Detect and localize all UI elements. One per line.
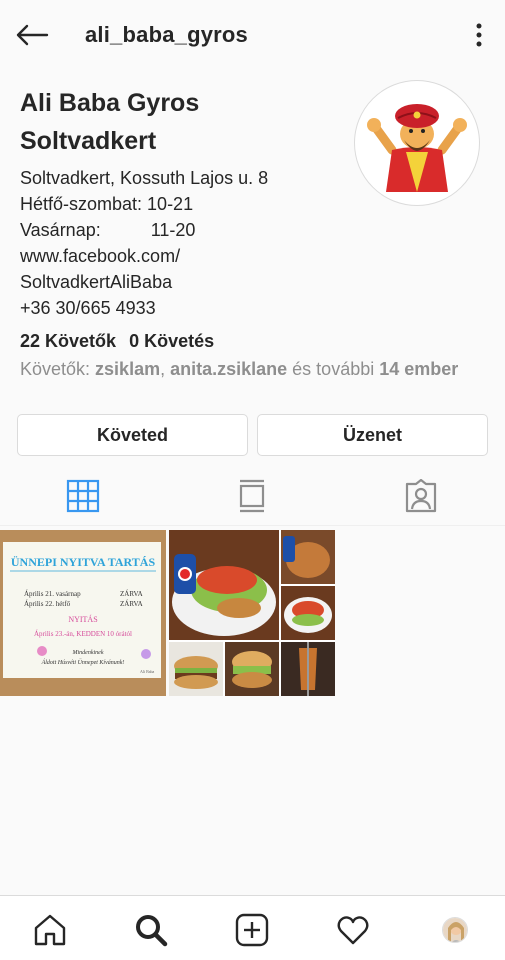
- followed-by-user-1[interactable]: zsiklam: [95, 359, 160, 379]
- tab-feed[interactable]: [230, 474, 274, 518]
- tagged-icon: [405, 479, 437, 513]
- profile-bio: Soltvadkert, Kossuth Lajos u. 8 Hétfő-sz…: [20, 165, 340, 321]
- bio-facebook-link-cont[interactable]: SoltvadkertAliBaba: [20, 269, 340, 295]
- followed-by-prefix: Követők:: [20, 359, 96, 379]
- more-options-icon[interactable]: [466, 18, 492, 52]
- poster-wish-2: Áldott Húsvéti Ünnepet Kívánunk!: [41, 658, 125, 666]
- tab-tagged[interactable]: [399, 474, 443, 518]
- followers-count[interactable]: 22 Követők: [20, 331, 116, 351]
- feed-icon: [239, 479, 265, 513]
- poster-wish-1: Mindenkinek: [72, 650, 104, 656]
- followed-by-mid: és további: [287, 359, 380, 379]
- heart-icon[interactable]: [335, 912, 371, 948]
- mini-avatar: [442, 917, 468, 943]
- profile-username: ali_baba_gyros: [85, 22, 248, 47]
- search-icon[interactable]: [133, 912, 169, 948]
- post-food-collage[interactable]: [169, 530, 335, 696]
- bio-facebook-link[interactable]: www.facebook.com/: [20, 243, 340, 269]
- top-bar: ali_baba_gyros: [0, 0, 505, 70]
- poster-signature: Ali Baba: [140, 669, 155, 674]
- bio-phone[interactable]: +36 30/665 4933: [20, 295, 340, 321]
- home-icon[interactable]: [32, 912, 68, 948]
- bio-address: Soltvadkert, Kossuth Lajos u. 8: [20, 168, 269, 188]
- name-line-2: Soltvadkert: [20, 127, 157, 155]
- poster-open-text: Április 23.-án, KEDDEN 10 órától: [34, 630, 132, 638]
- poster-row2-value: ZÁRVA: [120, 600, 143, 608]
- new-post-icon[interactable]: [234, 912, 270, 948]
- bio-hours-weekdays: Hétfő-szombat: 10-21: [20, 194, 194, 214]
- poster-row1-value: ZÁRVA: [120, 590, 143, 598]
- post-grid: ÜNNEPI NYITVA TARTÁS Április 21. vasárna…: [0, 527, 505, 697]
- grid-icon: [66, 479, 100, 513]
- poster-open-heading: NYITÁS: [68, 614, 97, 624]
- followed-by-more[interactable]: 14 ember: [379, 359, 458, 379]
- profile-avatar[interactable]: [354, 80, 480, 206]
- tab-grid[interactable]: [61, 474, 105, 518]
- name-line-1: Ali Baba Gyros: [20, 89, 200, 117]
- profile-display-name: Ali Baba Gyros Soltvadkert: [20, 84, 320, 160]
- message-button[interactable]: Üzenet: [257, 414, 488, 456]
- bio-hours-sunday: Vasárnap: 11-20: [20, 220, 196, 240]
- following-count[interactable]: 0 Követés: [129, 331, 214, 351]
- genie-logo: [367, 104, 467, 192]
- poster-title: ÜNNEPI NYITVA TARTÁS: [11, 555, 156, 569]
- followed-by-sep: ,: [160, 359, 171, 379]
- followed-by-text[interactable]: Követők: zsiklam, anita.zsiklane és tová…: [20, 359, 458, 380]
- poster-row1-label: Április 21. vasárnap: [24, 590, 81, 598]
- followed-by-user-2[interactable]: anita.zsiklane: [170, 359, 287, 379]
- following-button[interactable]: Követed: [17, 414, 248, 456]
- bottom-navigation: [0, 895, 505, 960]
- profile-stats: 22 Követők 0 Követés: [20, 331, 222, 352]
- poster-row2-label: Április 22. hétfő: [24, 600, 71, 608]
- back-arrow-icon[interactable]: [14, 18, 50, 52]
- profile-tabs: [0, 466, 505, 526]
- post-holiday-hours[interactable]: ÜNNEPI NYITVA TARTÁS Április 21. vasárna…: [0, 530, 166, 696]
- profile-avatar-icon[interactable]: [437, 912, 473, 948]
